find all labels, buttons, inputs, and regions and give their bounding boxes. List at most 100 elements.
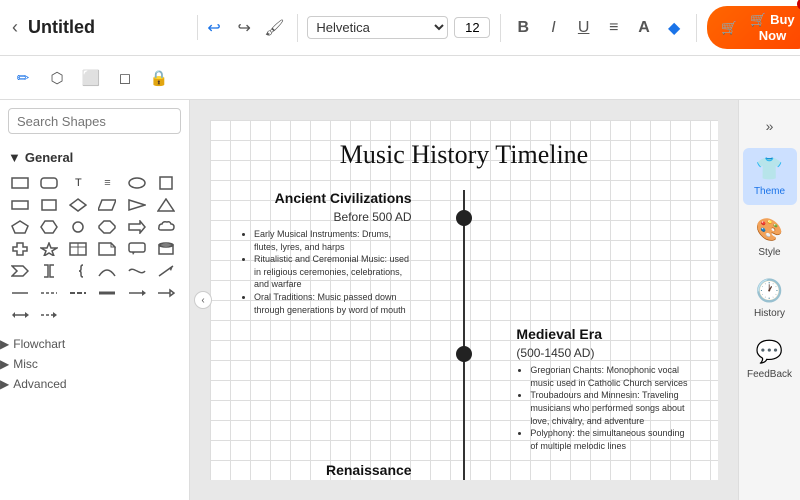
search-box: 🔍	[8, 108, 181, 134]
shape-arrow-diagonal[interactable]	[154, 261, 178, 281]
medieval-bullets: Gregorian Chants: Monophonic vocal music…	[516, 364, 688, 452]
medieval-bullet-2: Troubadours and Minnesin: Traveling musi…	[530, 389, 688, 427]
misc-section-header[interactable]: ▶ Misc	[0, 353, 189, 373]
panel-item-history[interactable]: 🕐 History	[743, 270, 797, 327]
shape-parallelogram[interactable]	[95, 195, 119, 215]
font-selector[interactable]: Helvetica Arial Times New Roman	[307, 16, 448, 39]
pencil-icon[interactable]: ✏	[8, 63, 38, 93]
highlight-icon[interactable]: ◆	[662, 14, 686, 42]
timeline-item-ancient: Ancient Civilizations Before 500 AD Earl…	[240, 190, 688, 316]
shape-rect2[interactable]	[8, 195, 32, 215]
search-input[interactable]	[17, 114, 193, 129]
medieval-content: Medieval Era (500-1450 AD) Gregorian Cha…	[486, 326, 688, 452]
misc-label: Misc	[13, 357, 38, 371]
shape-text[interactable]: T	[66, 173, 90, 193]
flowchart-section-header[interactable]: ▶ Flowchart	[0, 333, 189, 353]
bold-icon[interactable]: B	[511, 14, 535, 42]
shape-arc[interactable]	[95, 261, 119, 281]
shape-cloud[interactable]	[154, 217, 178, 237]
ancient-era-title: Ancient Civilizations	[240, 190, 412, 206]
shape-circle[interactable]	[66, 217, 90, 237]
toolbar-left: ‹ Untitled	[8, 15, 198, 40]
timeline-title: Music History Timeline	[240, 140, 688, 170]
shape-line4[interactable]	[95, 283, 119, 303]
shape-square[interactable]	[154, 173, 178, 193]
redo-icon[interactable]: ↪	[232, 14, 256, 42]
container-icon[interactable]: ⬜	[76, 63, 106, 93]
shape-table[interactable]	[66, 239, 90, 259]
shape-cylinder[interactable]	[154, 239, 178, 259]
align-icon[interactable]: ≡	[602, 14, 626, 42]
shapes-group-icon[interactable]: ⬡	[42, 63, 72, 93]
shape-line3[interactable]	[66, 283, 90, 303]
left-panel: 🔍 ▼ General T ≡	[0, 100, 190, 500]
main-area: 🔍 ▼ General T ≡	[0, 100, 800, 500]
shape-diamond[interactable]	[66, 195, 90, 215]
medieval-bullet-3: Polyphony: the simultaneous sounding of …	[530, 427, 688, 452]
text-color-icon[interactable]: A	[632, 14, 656, 42]
page-title: Untitled	[28, 17, 95, 38]
italic-icon[interactable]: I	[541, 14, 565, 42]
shape-curve[interactable]	[125, 261, 149, 281]
shape-grid: T ≡	[8, 173, 181, 325]
shape-rounded-rect[interactable]	[37, 173, 61, 193]
shape-note[interactable]	[95, 239, 119, 259]
medieval-era-title: Medieval Era	[516, 326, 688, 342]
shape-arrow2[interactable]	[154, 283, 178, 303]
canvas-inner: Music History Timeline Ancient Civilizat…	[210, 120, 718, 480]
shape-triangle-right[interactable]	[125, 195, 149, 215]
separator-2	[500, 14, 501, 42]
toolbar-icons: ↩ ↪ 🖌 Helvetica Arial Times New Roman B …	[202, 6, 800, 49]
format-paint-icon[interactable]: 🖌	[262, 14, 286, 42]
canvas-area[interactable]: ‹ Music History Timeline Ancient Civiliz…	[190, 100, 738, 500]
shape-arrow3[interactable]	[8, 305, 32, 325]
shape-bracket[interactable]	[37, 261, 61, 281]
medieval-period: (500-1450 AD)	[516, 346, 688, 360]
expand-panel-button[interactable]: »	[755, 114, 785, 138]
medieval-dot	[456, 346, 472, 362]
shape-lines[interactable]: ≡	[95, 173, 119, 193]
shape-octagon[interactable]	[95, 217, 119, 237]
ancient-bullet-1: Early Musical Instruments: Drums, flutes…	[254, 228, 412, 253]
collapse-panel-button[interactable]: ‹	[194, 291, 212, 309]
shape-arrow4[interactable]	[37, 305, 61, 325]
lock-icon[interactable]: 🔒	[144, 63, 174, 93]
panel-item-feedback[interactable]: 💬 FeedBack	[743, 331, 797, 388]
fill-color-icon[interactable]: ◻	[110, 63, 140, 93]
shape-chevron[interactable]	[8, 261, 32, 281]
general-section-header[interactable]: ▼ General	[8, 146, 181, 169]
main-toolbar: ‹ Untitled ↩ ↪ 🖌 Helvetica Arial Times N…	[0, 0, 800, 56]
underline-icon[interactable]: U	[572, 14, 596, 42]
shape-arrow-right[interactable]	[125, 217, 149, 237]
theme-icon: 👕	[756, 156, 783, 182]
ancient-bullet-3: Oral Traditions: Music passed down throu…	[254, 291, 412, 316]
timeline-item-renaissance: Renaissance (1450-1600 AD) Humanism: Foc…	[240, 462, 688, 480]
shape-rect3[interactable]	[37, 195, 61, 215]
shape-star[interactable]	[37, 239, 61, 259]
advanced-section-header[interactable]: ▶ Advanced	[0, 373, 189, 393]
shape-arrow1[interactable]	[125, 283, 149, 303]
chevron-right-icon-adv: ▶	[0, 377, 9, 391]
ancient-dot	[456, 210, 472, 226]
undo-icon[interactable]: ↩	[202, 14, 226, 42]
shape-cross[interactable]	[8, 239, 32, 259]
shape-rectangle[interactable]	[8, 173, 32, 193]
shape-hexagon[interactable]	[37, 217, 61, 237]
general-label: General	[25, 150, 73, 165]
shape-callout[interactable]	[125, 239, 149, 259]
shape-ellipse[interactable]	[125, 173, 149, 193]
back-button[interactable]: ‹	[8, 15, 22, 40]
panel-item-style[interactable]: 🎨 Style	[743, 209, 797, 266]
chevron-right-icon: ▶	[0, 337, 9, 351]
font-size-input[interactable]	[454, 17, 490, 38]
separator-3	[696, 14, 697, 42]
shape-brace[interactable]	[66, 261, 90, 281]
panel-item-theme[interactable]: 👕 Theme	[743, 148, 797, 205]
separator-1	[297, 14, 298, 42]
shape-line2[interactable]	[37, 283, 61, 303]
shape-pentagon[interactable]	[8, 217, 32, 237]
buy-now-button[interactable]: 🛒 🛒 Buy Now -60%	[707, 6, 800, 49]
shape-triangle-up[interactable]	[154, 195, 178, 215]
timeline-container: Ancient Civilizations Before 500 AD Earl…	[240, 190, 688, 480]
shape-line1[interactable]	[8, 283, 32, 303]
